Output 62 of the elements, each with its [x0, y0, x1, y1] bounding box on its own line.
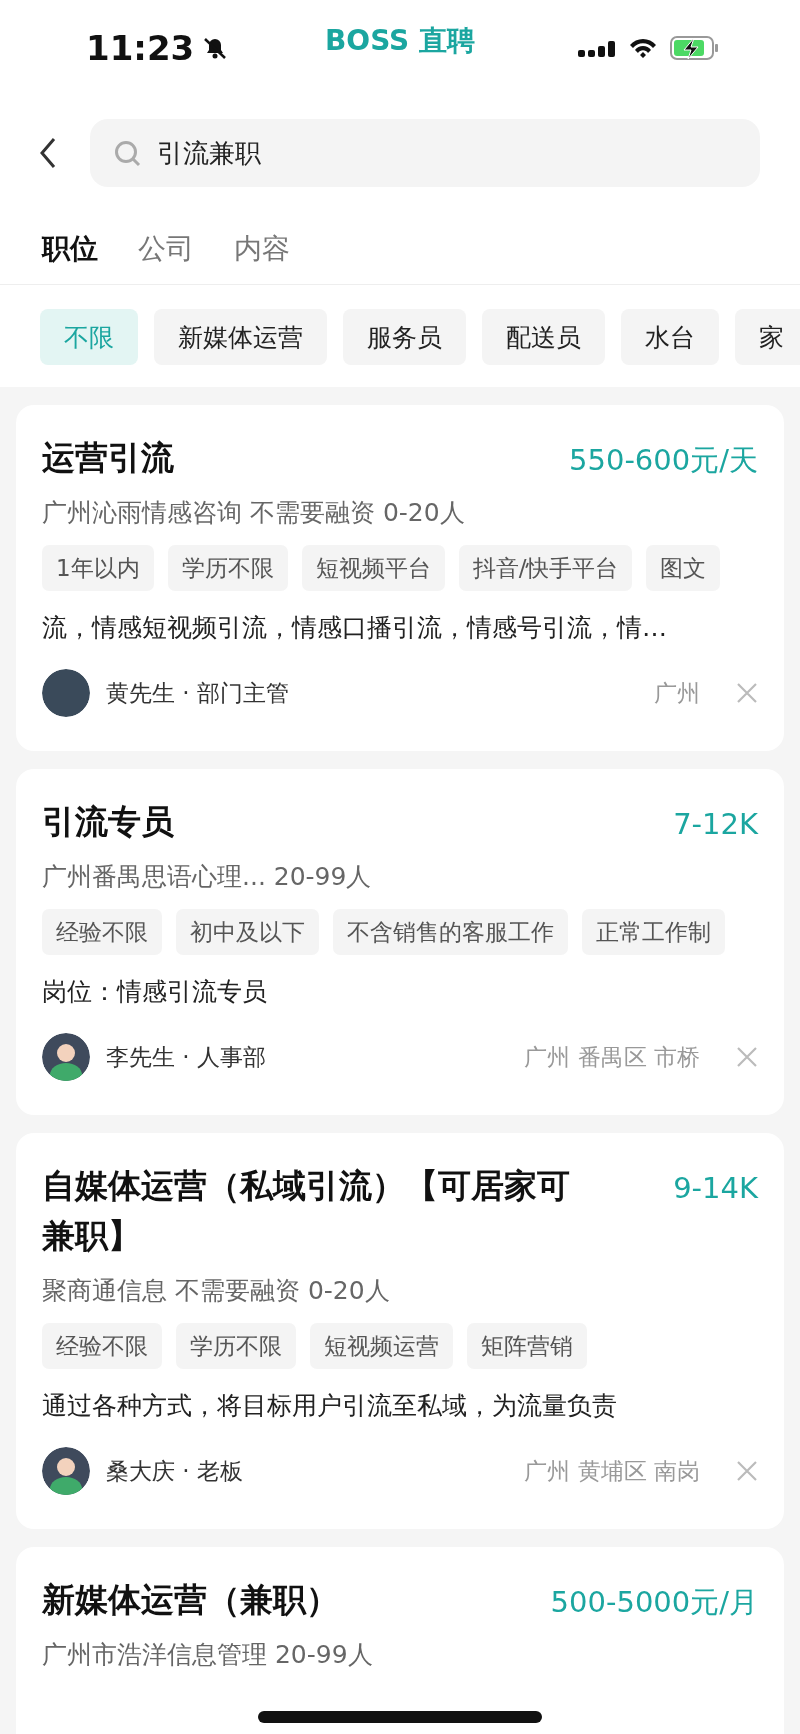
tab[interactable]: 内容 [234, 230, 290, 268]
job-tag: 短视频运营 [310, 1323, 453, 1369]
filter-chip[interactable]: 配送员 [482, 309, 605, 365]
job-tag: 矩阵营销 [467, 1323, 587, 1369]
filter-chip[interactable]: 家 [735, 309, 800, 365]
job-title: 新媒体运营（兼职） [42, 1579, 339, 1621]
job-tag: 初中及以下 [176, 909, 319, 955]
job-location: 广州 番禺区 市桥 [524, 1042, 700, 1072]
salary: 9-14K [673, 1170, 758, 1207]
job-card[interactable]: 自媒体运营（私域引流）【可居家可兼职】 9-14K 聚商通信息 不需要融资 0-20人 经验不限 学历不限 短视频运营 矩阵营销 通过各种方式，将目标用户引流至私域，为流量负责 桑大庆 · 老板 广州 黄埔区 南岗 [16, 1133, 784, 1529]
job-tag: 学历不限 [167, 545, 288, 591]
company-info: 广州番禺思语心理... 20-99人 [42, 861, 373, 893]
close-icon [736, 1460, 758, 1482]
dismiss-button[interactable] [736, 682, 758, 704]
job-tag: 图文 [646, 545, 721, 591]
filter-chip[interactable]: 服务员 [343, 309, 466, 365]
avatar-icon [42, 1033, 90, 1081]
job-card[interactable]: 新媒体运营（兼职） 500-5000元/月 广州市浩洋信息管理 20-99人 [16, 1547, 784, 1734]
tab[interactable]: 职位 [42, 230, 98, 268]
job-tag: 1年以内 [42, 545, 154, 591]
recruiter-name: 李先生 · 人事部 [106, 1042, 266, 1072]
job-location: 广州 黄埔区 南岗 [524, 1456, 700, 1486]
job-location: 广州 [654, 678, 700, 708]
search-icon [114, 139, 141, 167]
job-description: 通过各种方式，将目标用户引流至私域，为流量负责 [42, 1390, 618, 1422]
salary: 7-12K [673, 806, 758, 843]
job-title: 自媒体运营（私域引流）【可居家可兼职】 [42, 1165, 571, 1257]
job-card[interactable]: 引流专员 7-12K 广州番禺思语心理... 20-99人 经验不限 初中及以下 不含销售的客服工作 正常工作制 岗位：情感引流专员 李先生 · 人事部 广州 番禺区 市桥 [16, 769, 784, 1115]
job-tag: 经验不限 [42, 909, 162, 955]
dismiss-button[interactable] [736, 1460, 758, 1482]
job-tag: 抖音/快手平台 [458, 545, 633, 591]
job-card[interactable]: 运营引流 550-600元/天 广州沁雨情感咨询 不需要融资 0-20人 1年以内 学历不限 短视频平台 抖音/快手平台 图文 流，情感短视频引流，情感口播引流，情感号引流，情… 黄先生 · 部门主管 广州 [16, 405, 784, 751]
company-info: 广州沁雨情感咨询 不需要融资 0-20人 [42, 497, 466, 529]
app-label: BOSS 直聘 [325, 23, 475, 59]
battery-charging-icon [670, 36, 718, 60]
company-info: 广州市浩洋信息管理 20-99人 [42, 1639, 374, 1671]
recruiter-name: 黄先生 · 部门主管 [106, 678, 289, 708]
tab[interactable]: 公司 [138, 230, 194, 268]
signal-icon [578, 39, 616, 57]
job-title: 引流专员 [42, 801, 174, 843]
salary: 550-600元/天 [569, 442, 758, 479]
job-tag: 短视频平台 [301, 545, 445, 591]
avatar-photo-placeholder [42, 669, 90, 717]
close-icon [736, 682, 758, 704]
company-info: 聚商通信息 不需要融资 0-20人 [42, 1275, 391, 1307]
job-description: 流，情感短视频引流，情感口播引流，情感号引流，情… [42, 612, 668, 644]
job-tag: 学历不限 [176, 1323, 296, 1369]
filter-chip[interactable]: 新媒体运营 [154, 309, 327, 365]
search-field[interactable]: 引流兼职 [90, 119, 760, 187]
dismiss-button[interactable] [736, 1046, 758, 1068]
clock-time: 11:23 [86, 28, 195, 68]
wifi-icon [628, 37, 658, 59]
job-tag: 不含销售的客服工作 [333, 909, 568, 955]
recruiter-name: 桑大庆 · 老板 [106, 1456, 243, 1486]
avatar-icon [42, 1447, 90, 1495]
job-description: 岗位：情感引流专员 [42, 976, 268, 1008]
job-tag: 经验不限 [42, 1323, 162, 1369]
salary: 500-5000元/月 [550, 1584, 758, 1621]
job-title: 运营引流 [42, 437, 174, 479]
job-tag: 正常工作制 [582, 909, 725, 955]
close-icon [736, 1046, 758, 1068]
filter-chip[interactable]: 水台 [621, 309, 719, 365]
